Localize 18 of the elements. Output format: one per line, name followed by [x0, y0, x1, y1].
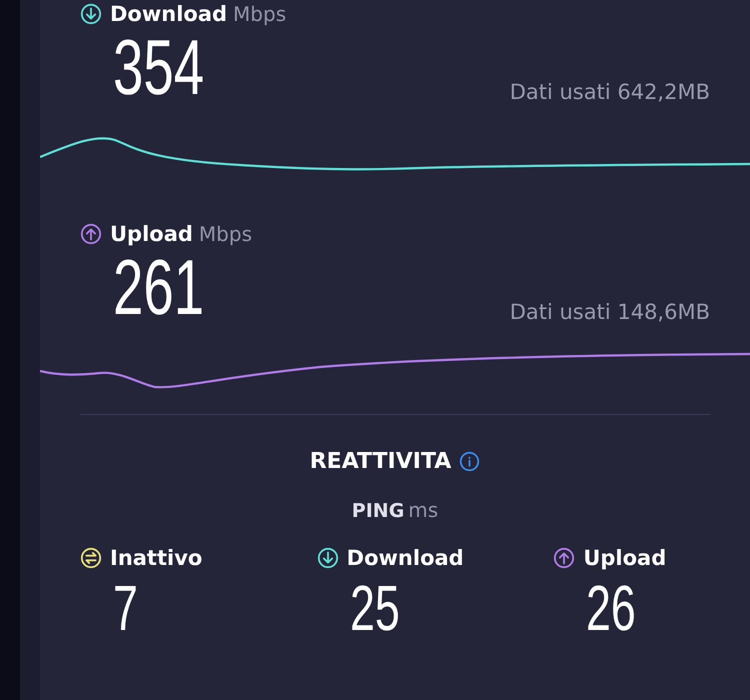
ping-type-label: Inattivo [110, 546, 202, 570]
ping-type-label: Upload [583, 546, 666, 570]
speed-value: 261 [113, 248, 204, 326]
info-icon[interactable] [459, 451, 480, 472]
ping-value: 26 [586, 576, 636, 640]
unit-label: ms [408, 498, 438, 522]
speed-value: 354 [113, 28, 204, 106]
unit-label: Mbps [233, 2, 286, 26]
ping-value: 7 [113, 576, 138, 640]
speed-label: Upload [110, 222, 193, 246]
data-used-text: Dati usati 148,6MB [510, 300, 710, 326]
unit-label: Mbps [198, 222, 252, 246]
ping-value: 25 [350, 576, 400, 640]
ping-type-label: Download [346, 546, 464, 570]
speed-label: Download [110, 2, 228, 26]
ping-label: PING [352, 500, 404, 522]
section-title: REATTIVITA [310, 449, 452, 474]
data-used-text: Dati usati 642,2MB [510, 80, 710, 106]
